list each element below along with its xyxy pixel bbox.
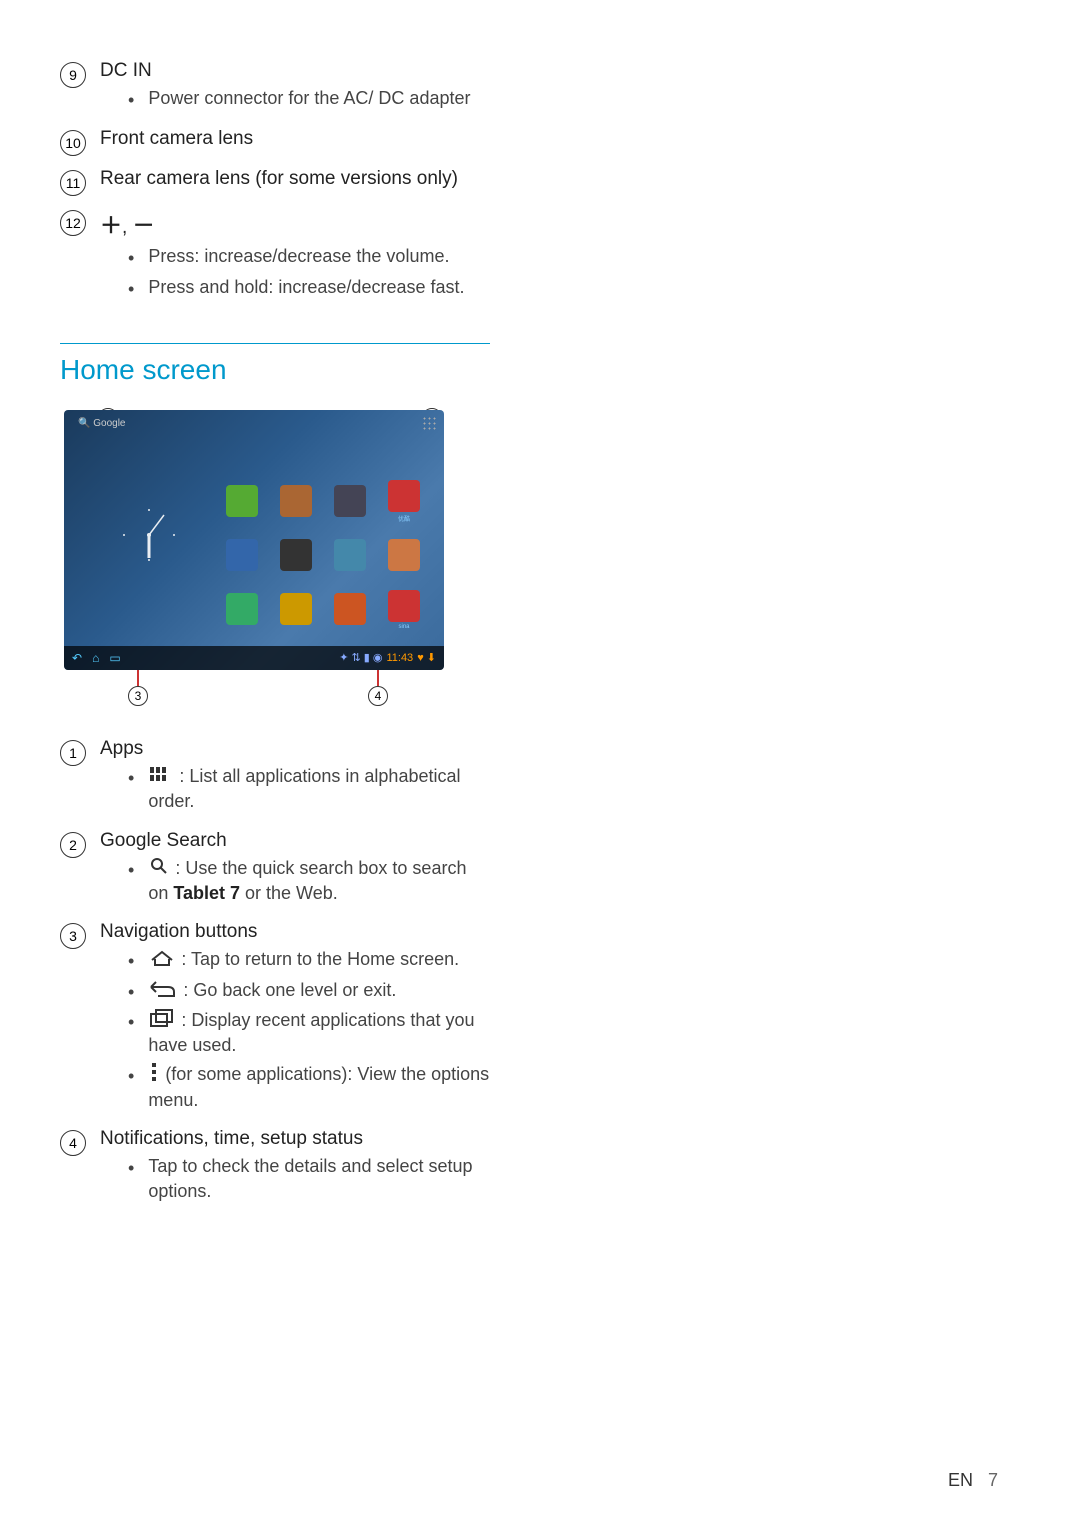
list-item: 11Rear camera lens (for some versions on…	[60, 168, 490, 196]
apps-grid-icon	[150, 765, 172, 789]
search-icon	[150, 857, 168, 881]
home-screenshot: 🔍 Google 优酷sina ↶ ⌂ ▭ ✦ ⇅ ▮	[64, 410, 444, 670]
apps-button	[422, 416, 436, 430]
list-item: 9DC IN•Power connector for the AC/ DC ad…	[60, 60, 490, 116]
menu-icon	[150, 1062, 158, 1088]
annotation-4: 4	[368, 686, 388, 706]
back-icon	[150, 979, 176, 1003]
section-heading: Home screen	[60, 354, 490, 386]
recent-icon	[150, 1009, 174, 1033]
list-item: 12＋, －•Press: increase/decrease the volu…	[60, 208, 490, 305]
list-item: 4Notifications, time, setup status•Tap t…	[60, 1128, 490, 1207]
home-icon	[150, 948, 174, 972]
list-item: 3Navigation buttons• : Tap to return to …	[60, 921, 490, 1116]
page-footer: EN 7	[948, 1470, 998, 1491]
list-item: 1Apps• : List all applications in alphab…	[60, 738, 490, 818]
list-item: 2Google Search• : Use the quick search b…	[60, 830, 490, 910]
list-item: 10Front camera lens	[60, 128, 490, 156]
nav-bar: ↶ ⌂ ▭ ✦ ⇅ ▮ ◉ 11:43 ♥ ⬇	[64, 646, 444, 670]
annotation-3: 3	[128, 686, 148, 706]
search-box: 🔍 Google	[70, 416, 133, 431]
